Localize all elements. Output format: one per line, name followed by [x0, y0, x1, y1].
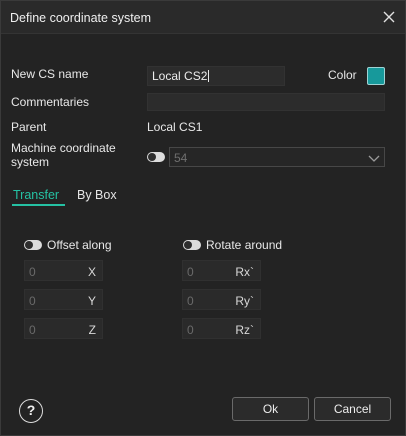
rotate-rx-value: 0 — [187, 265, 194, 279]
new-cs-name-value: Local CS2 — [152, 69, 208, 83]
chevron-down-icon — [368, 152, 380, 166]
color-label: Color — [328, 68, 357, 82]
color-swatch-button[interactable] — [367, 67, 385, 85]
offset-along-label: Offset along — [47, 238, 112, 252]
offset-y-axis-label: Y — [87, 294, 96, 308]
tab-transfer[interactable]: Transfer — [13, 188, 59, 202]
offset-x-field[interactable]: 0 X — [24, 260, 103, 281]
offset-y-value: 0 — [29, 294, 36, 308]
new-cs-name-input[interactable]: Local CS2 — [147, 66, 285, 86]
machine-cs-label-line2: system — [11, 155, 50, 169]
offset-z-axis-label: Z — [88, 323, 96, 337]
close-icon[interactable] — [381, 9, 397, 25]
text-caret — [208, 70, 210, 82]
offset-y-field[interactable]: 0 Y — [24, 289, 103, 310]
help-button[interactable]: ? — [19, 399, 43, 423]
offset-x-value: 0 — [29, 265, 36, 279]
offset-x-axis-label: X — [87, 265, 96, 279]
parent-value: Local CS1 — [147, 120, 203, 134]
rotate-ry-value: 0 — [187, 294, 194, 308]
parent-label: Parent — [11, 120, 47, 134]
rotate-rz-field[interactable]: 0 Rz` — [182, 318, 261, 339]
rotate-around-label: Rotate around — [206, 238, 283, 252]
toggle-knob — [25, 241, 33, 249]
new-cs-name-label: New CS name — [11, 67, 89, 81]
rotate-rz-value: 0 — [187, 323, 194, 337]
offset-z-value: 0 — [29, 323, 36, 337]
rotate-around-toggle[interactable] — [183, 240, 201, 250]
toggle-knob — [148, 153, 156, 161]
machine-cs-selected-value: 54 — [174, 151, 188, 165]
rotate-rx-axis-label: Rx` — [235, 265, 254, 279]
rotate-ry-field[interactable]: 0 Ry` — [182, 289, 261, 310]
rotate-rz-axis-label: Rz` — [235, 323, 254, 337]
cancel-button[interactable]: Cancel — [314, 397, 391, 421]
commentaries-input[interactable] — [147, 93, 385, 111]
dialog-title: Define coordinate system — [10, 11, 152, 25]
offset-along-toggle[interactable] — [24, 240, 42, 250]
rotate-rx-field[interactable]: 0 Rx` — [182, 260, 261, 281]
title-bar: Define coordinate system — [1, 1, 405, 34]
toggle-knob — [184, 241, 192, 249]
machine-cs-label-line1: Machine coordinate — [11, 141, 116, 155]
machine-cs-toggle[interactable] — [147, 152, 165, 162]
rotate-ry-axis-label: Ry` — [235, 294, 254, 308]
commentaries-label: Commentaries — [11, 95, 90, 109]
active-tab-indicator — [12, 204, 65, 206]
tab-by-box[interactable]: By Box — [77, 188, 117, 202]
define-cs-dialog: Define coordinate system New CS name Loc… — [0, 0, 406, 436]
machine-cs-select[interactable]: 54 — [169, 147, 385, 167]
ok-button[interactable]: Ok — [232, 397, 309, 421]
offset-z-field[interactable]: 0 Z — [24, 318, 103, 339]
